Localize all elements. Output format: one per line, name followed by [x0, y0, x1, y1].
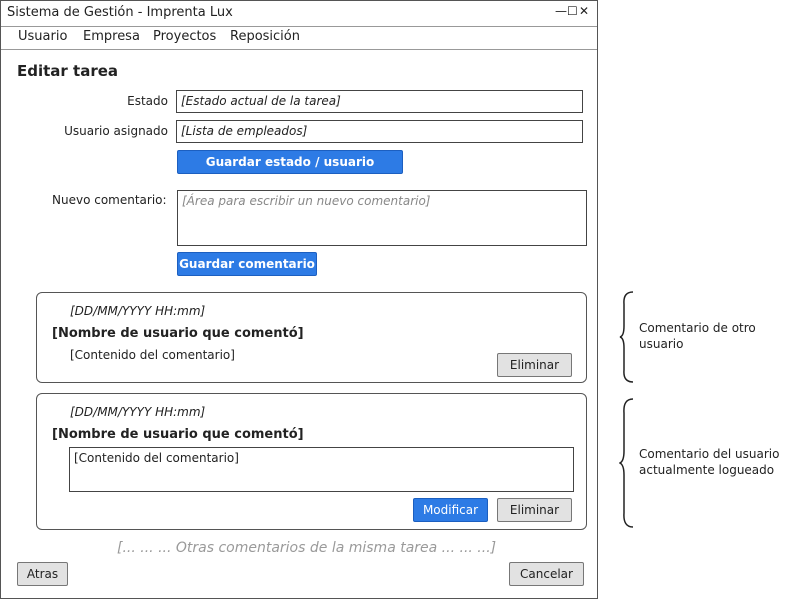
comment-content-editor[interactable]: [Contenido del comentario]	[69, 447, 574, 492]
estado-select[interactable]: [Estado actual de la tarea]	[176, 90, 583, 113]
usuario-asignado-select[interactable]: [Lista de empleados]	[176, 120, 583, 143]
estado-label: Estado	[127, 94, 168, 108]
new-comment-textarea[interactable]: [Área para escribir un nuevo comentario]	[177, 190, 587, 246]
window-controls: —☐✕	[555, 4, 591, 18]
annotation-other-user: Comentario de otro usuario	[639, 321, 756, 351]
page-title: Editar tarea	[17, 62, 119, 80]
maximize-icon[interactable]: ☐	[567, 4, 579, 18]
delete-comment-button[interactable]: Eliminar	[497, 498, 572, 522]
comment-card-logged-user: [DD/MM/YYYY HH:mm] [Nombre de usuario qu…	[36, 393, 587, 530]
cancel-button[interactable]: Cancelar	[509, 562, 584, 586]
delete-comment-button[interactable]: Eliminar	[497, 353, 572, 377]
menu-item-reposicion[interactable]: Reposición	[230, 29, 300, 44]
usuario-asignado-label: Usuario asignado	[64, 124, 168, 138]
menu-item-empresa[interactable]: Empresa	[83, 29, 140, 44]
comment-date: [DD/MM/YYYY HH:mm]	[70, 405, 206, 419]
brace-other-user-icon	[619, 291, 634, 383]
menu-item-proyectos[interactable]: Proyectos	[153, 29, 216, 44]
back-button[interactable]: Atras	[17, 562, 68, 586]
close-icon[interactable]: ✕	[579, 4, 591, 18]
save-comment-button[interactable]: Guardar comentario	[177, 252, 317, 276]
comment-content: [Contenido del comentario]	[70, 348, 235, 362]
menu-item-usuario[interactable]: Usuario	[18, 29, 67, 44]
more-comments-note: [... ... ... Otras comentarios de la mis…	[117, 540, 497, 556]
app-window: Sistema de Gestión - Imprenta Lux —☐✕ Us…	[0, 0, 598, 599]
comment-author: [Nombre de usuario que comentó]	[52, 326, 304, 341]
new-comment-label: Nuevo comentario:	[52, 193, 167, 207]
comment-card-other-user: [DD/MM/YYYY HH:mm] [Nombre de usuario qu…	[36, 292, 587, 383]
window-title: Sistema de Gestión - Imprenta Lux	[7, 5, 233, 20]
modify-comment-button[interactable]: Modificar	[413, 498, 488, 522]
annotation-logged-user: Comentario del usuario actualmente logue…	[639, 447, 780, 477]
brace-logged-user-icon	[619, 398, 634, 528]
comment-date: [DD/MM/YYYY HH:mm]	[70, 304, 206, 318]
comment-author: [Nombre de usuario que comentó]	[52, 427, 304, 442]
menu-bar: Usuario Empresa Proyectos Reposición	[1, 27, 597, 50]
save-state-button[interactable]: Guardar estado / usuario asignado	[177, 150, 403, 191]
minimize-icon[interactable]: —	[555, 4, 567, 18]
title-bar: Sistema de Gestión - Imprenta Lux —☐✕	[1, 1, 597, 27]
